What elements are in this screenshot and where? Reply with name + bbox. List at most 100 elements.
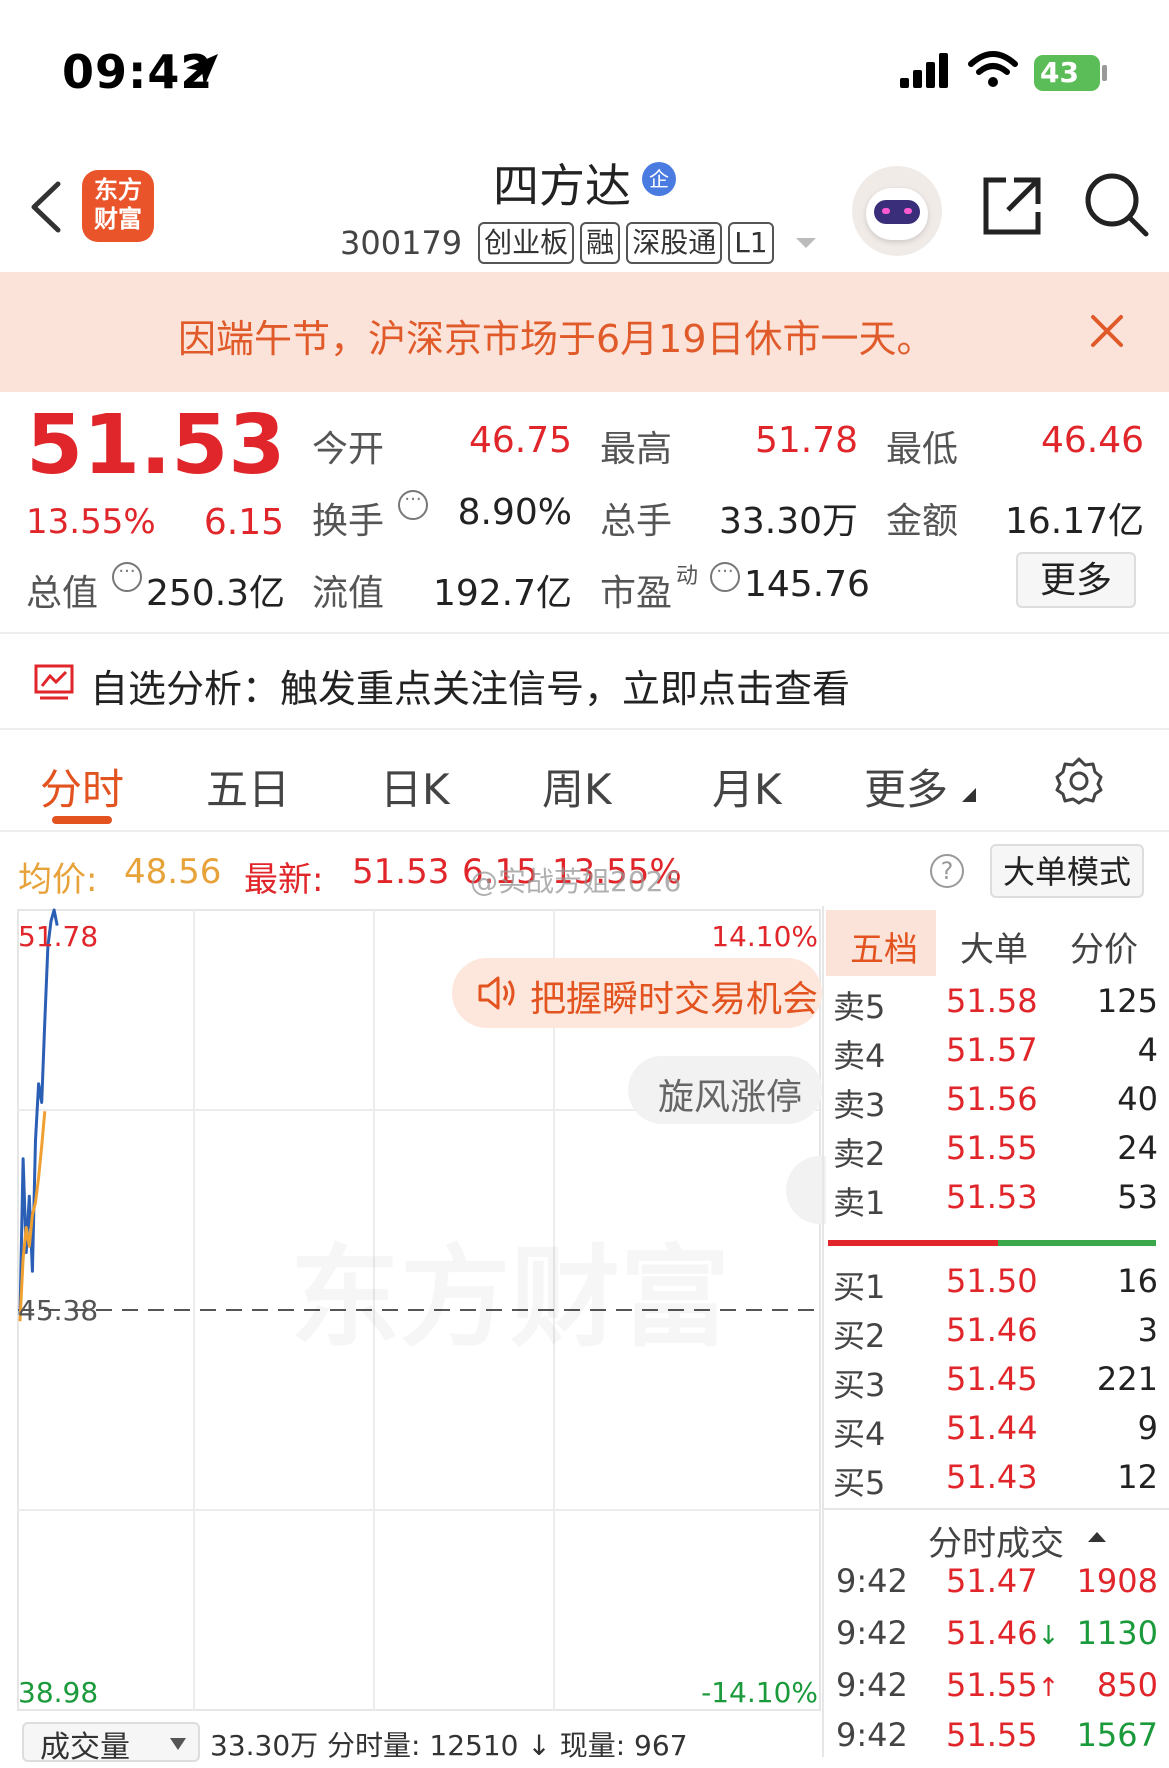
tab-five-level[interactable]: 五档 [850, 922, 918, 971]
low-value: 46.46 [1040, 420, 1144, 461]
tab-price-dist[interactable]: 分价 [1070, 922, 1138, 971]
gear-icon[interactable] [1054, 756, 1104, 806]
trade-vol: 1130 [1076, 1614, 1158, 1652]
more-button[interactable]: 更多 [1016, 552, 1136, 608]
collapse-arrow-icon[interactable] [1088, 1530, 1106, 1542]
turnover-label: 换手 [312, 501, 385, 542]
stock-code: 300179 [340, 224, 463, 262]
sell-vol: 53 [1117, 1178, 1158, 1216]
latest-value: 51.53 [352, 852, 450, 892]
tab-intraday[interactable]: 分时 [40, 756, 124, 817]
indicator-select[interactable]: 成交量 [22, 1722, 200, 1765]
battery-cap [1102, 65, 1107, 81]
code-row: 300179 创业板 融 深股通 L1 [340, 222, 818, 264]
indicator-select-value: 成交量 [40, 1730, 130, 1765]
tab-five-day[interactable]: 五日 [206, 756, 290, 817]
tab-weekly-k[interactable]: 周K [542, 756, 612, 817]
search-icon[interactable] [1082, 170, 1150, 240]
tag-level: L1 [728, 222, 774, 264]
buy-label: 买4 [833, 1415, 886, 1453]
tab-more[interactable]: 更多 [864, 756, 948, 817]
enterprise-badge: 企 [642, 162, 677, 196]
trade-price-value: 51.46 [946, 1614, 1038, 1652]
turnover-value: 8.90% [457, 492, 572, 533]
buy-row: 买4 51.44 9 [830, 1409, 1160, 1457]
divider [824, 1508, 1169, 1510]
chart-series [18, 908, 59, 1322]
pe-value: 145.76 [744, 564, 870, 605]
ai-assistant-avatar[interactable] [852, 166, 942, 256]
trade-up-arrow-icon: ↑ [1037, 1673, 1060, 1703]
buy-price: 51.46 [946, 1311, 1038, 1349]
sell-label: 卖3 [833, 1086, 886, 1124]
notice-text: 因端午节，沪深京市场于6月19日休市一天。 [178, 317, 935, 361]
promo-text: 把握瞬时交易机会 [530, 979, 819, 1020]
dropdown-icon[interactable] [794, 236, 818, 250]
sell-vol: 125 [1096, 982, 1158, 1020]
analysis-banner[interactable]: 自选分析：触发重点关注信号，立即点击查看 [90, 658, 850, 713]
stock-name: 四方达 [492, 159, 631, 213]
info-icon[interactable]: ··· [398, 490, 428, 520]
tab-active-indicator [52, 816, 112, 824]
price-line [18, 908, 59, 1316]
sell-price: 51.56 [946, 1080, 1038, 1118]
avg-value: 48.56 [124, 852, 222, 892]
trade-vol: 1567 [1076, 1716, 1158, 1754]
y-tick-low: 38.98 [18, 1676, 98, 1709]
trade-vol: 850 [1096, 1666, 1158, 1704]
float-label: 流值 [312, 573, 385, 614]
close-icon[interactable] [1090, 314, 1124, 348]
sell-row: 卖3 51.56 40 [830, 1080, 1160, 1128]
promo-pill[interactable]: 把握瞬时交易机会 [452, 958, 822, 1028]
location-arrow-icon [186, 54, 218, 87]
y-tick-pct-high: 14.10% [711, 920, 818, 953]
sell-vol: 4 [1137, 1031, 1158, 1069]
sell-label: 卖5 [833, 988, 886, 1026]
wifi-icon [968, 51, 1018, 87]
cellular-signal-icon [900, 53, 948, 88]
y-tick-high: 51.78 [18, 920, 98, 953]
buy-row: 买2 51.46 3 [830, 1311, 1160, 1359]
tag-connect: 深股通 [626, 222, 723, 264]
current-price: 51.53 [26, 398, 286, 493]
buy-price: 51.45 [946, 1360, 1038, 1398]
pe-superscript: 动 [676, 564, 699, 589]
panel-divider [822, 906, 824, 1757]
trade-price: 51.55 [946, 1716, 1038, 1754]
open-label: 今开 [312, 429, 385, 470]
info-icon[interactable]: ··· [112, 562, 142, 592]
divider [0, 632, 1169, 634]
trade-row: 9:42 51.46↓ 1130 [830, 1614, 1160, 1666]
buy-vol: 12 [1117, 1458, 1158, 1496]
divider [0, 728, 1169, 730]
divider [0, 830, 1169, 832]
trades-title[interactable]: 分时成交 [928, 1516, 1064, 1565]
buy-label: 买2 [833, 1317, 886, 1355]
trade-price: 51.47 [946, 1562, 1038, 1600]
buy-label: 买3 [833, 1366, 886, 1404]
help-icon[interactable]: ? [930, 854, 964, 888]
intraday-chart[interactable]: 东方财富 51.78 45.38 38.98 14.10% -14.10% [0, 906, 822, 1720]
speaker-icon [478, 976, 515, 1010]
buy-price: 51.43 [946, 1458, 1038, 1496]
trend-chart-icon [34, 664, 74, 700]
trade-price: 51.46↓ [946, 1614, 1059, 1652]
share-icon[interactable] [980, 174, 1044, 238]
buy-price: 51.44 [946, 1409, 1038, 1447]
cyclone-limitup-pill[interactable]: 旋风涨停 [628, 1056, 822, 1124]
trade-price: 51.55↑ [946, 1666, 1059, 1704]
buy-row: 买1 51.50 16 [830, 1262, 1160, 1310]
trade-time: 9:42 [836, 1666, 908, 1704]
tab-big-order[interactable]: 大单 [960, 922, 1028, 971]
info-icon[interactable]: ··· [710, 562, 740, 592]
bigorder-mode-button[interactable]: 大单模式 [990, 844, 1144, 898]
tab-daily-k[interactable]: 日K [380, 756, 450, 817]
chart-bg-watermark: 东方财富 [290, 1234, 730, 1362]
sell-vol: 24 [1117, 1129, 1158, 1167]
chevron-down-icon [170, 1738, 186, 1750]
buy-vol: 9 [1137, 1409, 1158, 1447]
volume-label: 总手 [600, 501, 673, 542]
sell-price: 51.55 [946, 1129, 1038, 1167]
buy-label: 买1 [833, 1268, 886, 1306]
tab-monthly-k[interactable]: 月K [712, 756, 782, 817]
